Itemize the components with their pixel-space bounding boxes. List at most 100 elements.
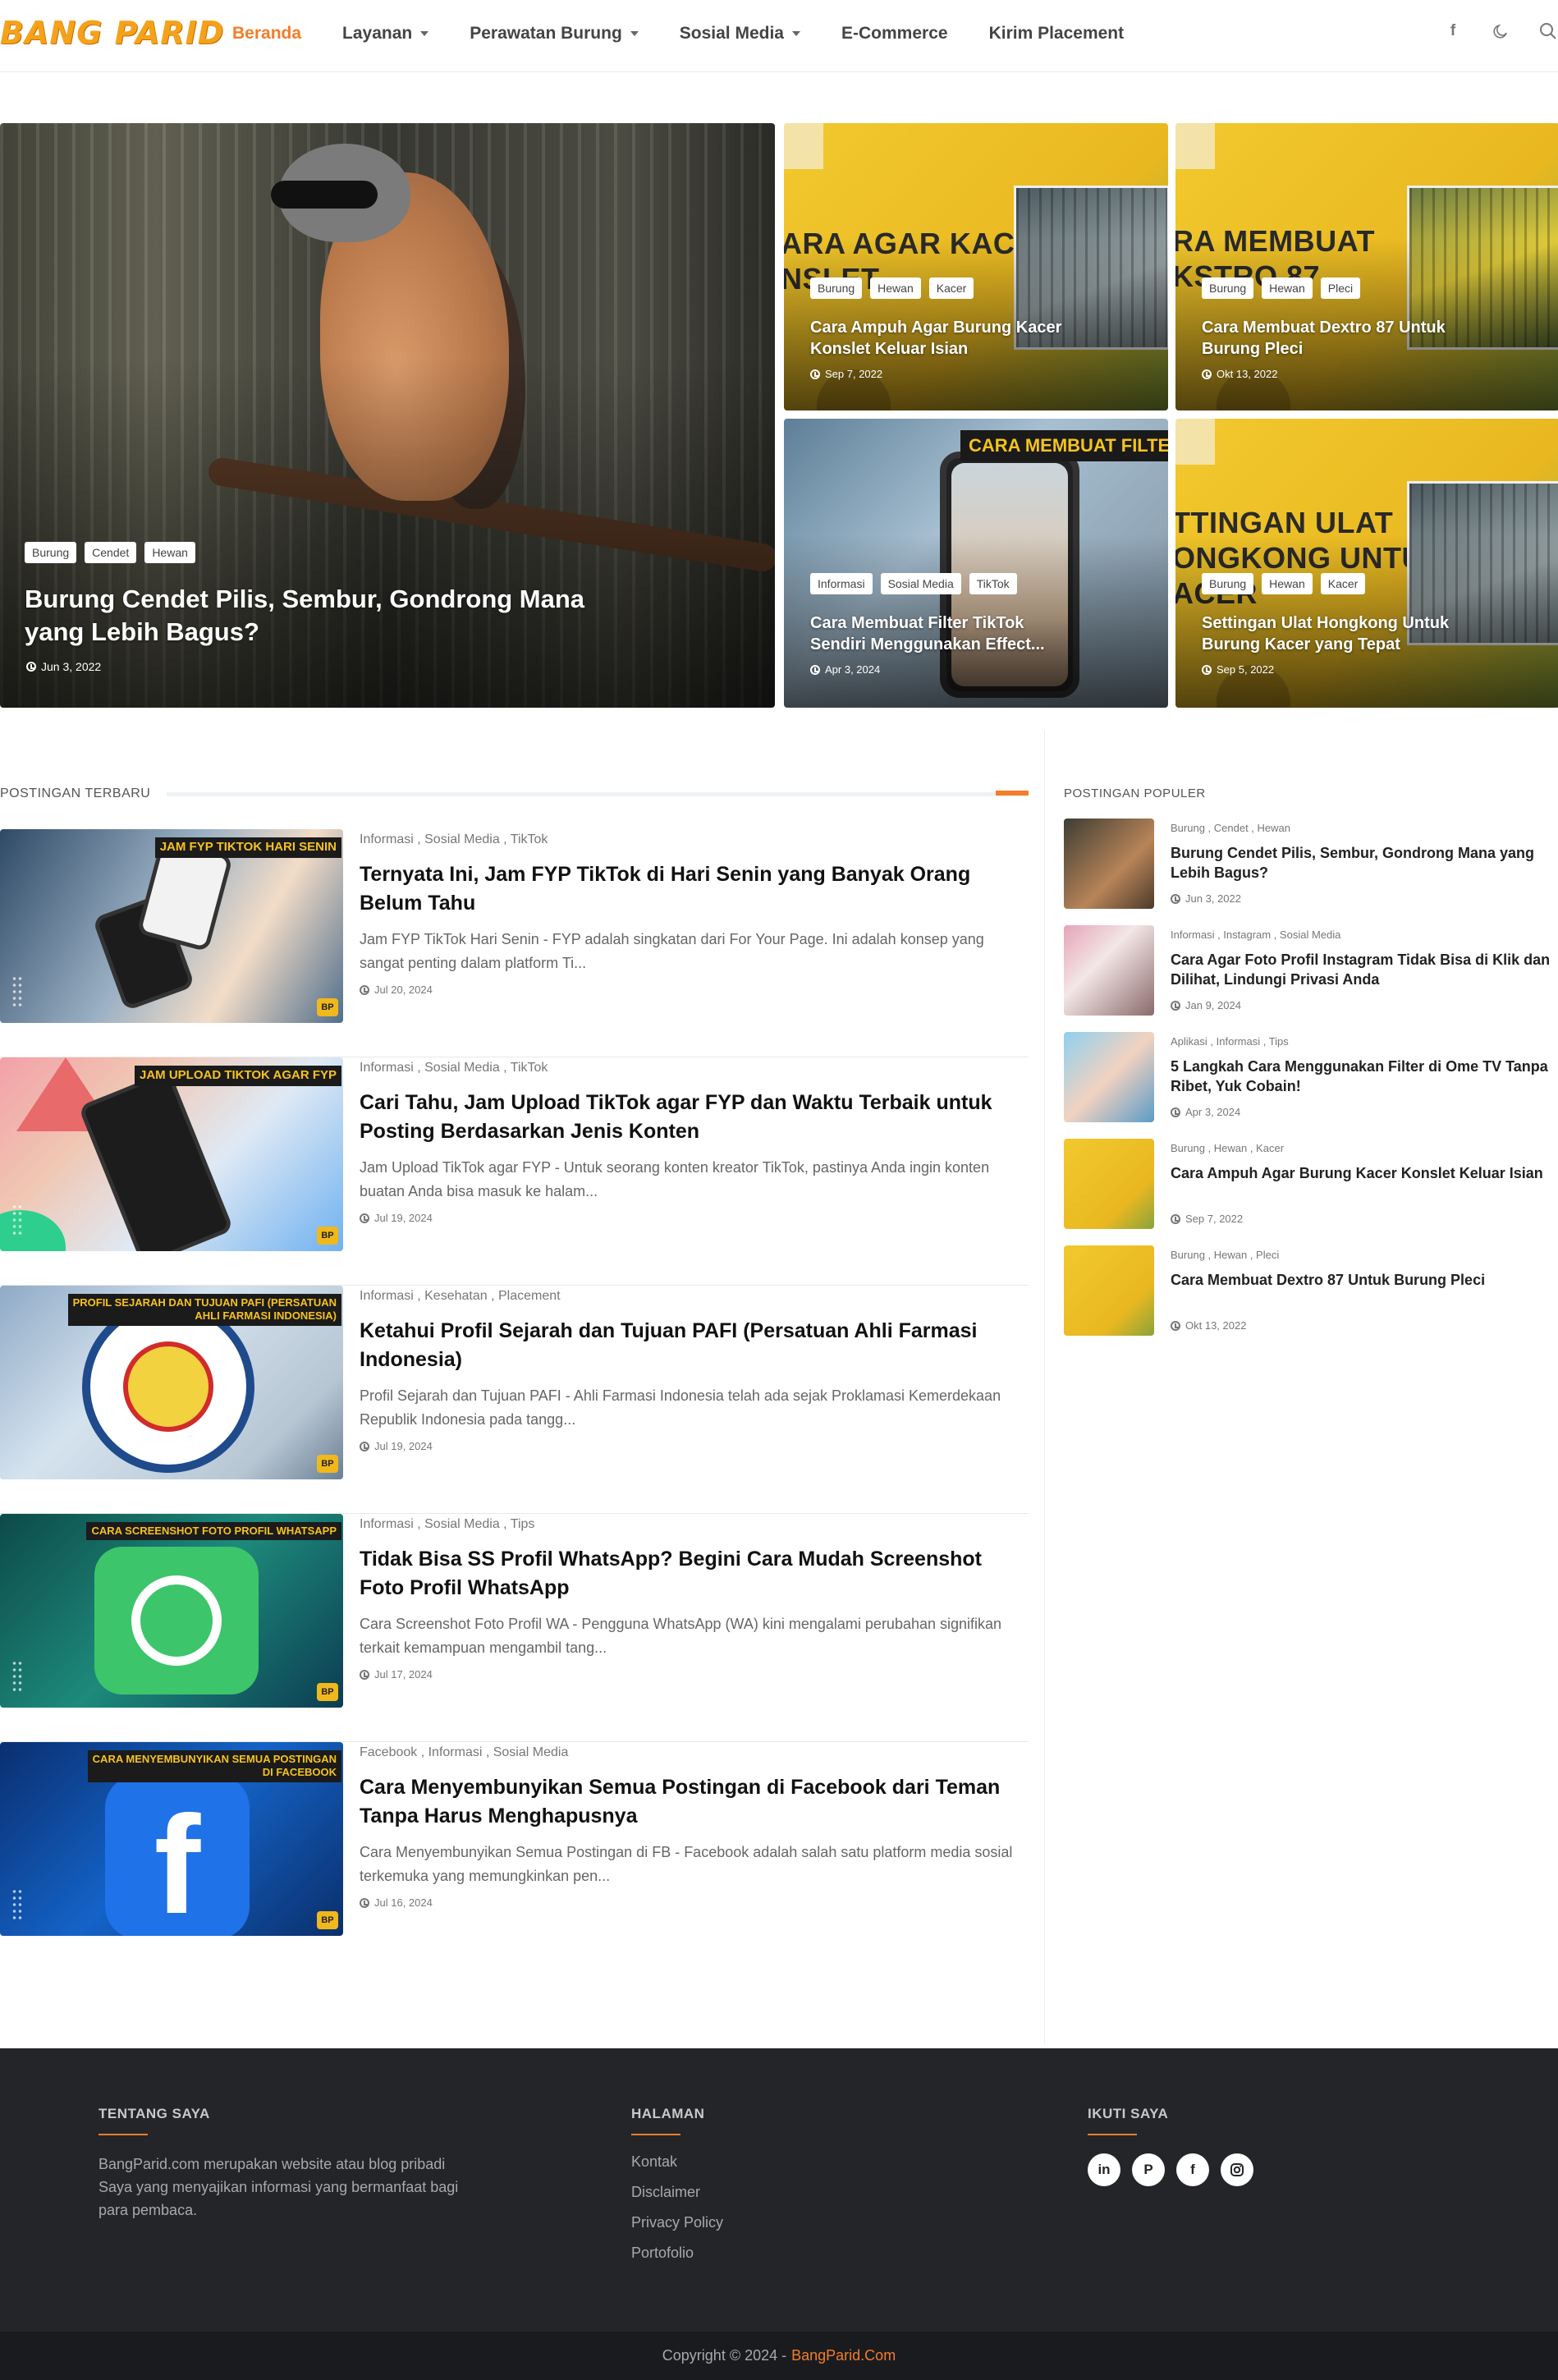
post-excerpt: Cara Menyembunyikan Semua Postingan di F… bbox=[360, 1844, 1013, 1884]
tag[interactable]: Kacer bbox=[928, 277, 974, 299]
tag[interactable]: Sosial Media bbox=[880, 573, 961, 594]
tag[interactable]: Cendet bbox=[85, 542, 137, 563]
popular-item: Informasi , Instagram , Sosial Media Car… bbox=[1064, 924, 1556, 1030]
nav-label: Sosial Media bbox=[679, 24, 784, 43]
post-thumbnail[interactable]: f CARA MENYEMBUNYIKAN SEMUA POSTINGAN DI… bbox=[0, 1742, 343, 1936]
post-title[interactable]: Ternyata Ini, Jam FYP TikTok di Hari Sen… bbox=[360, 860, 1016, 917]
post-thumbnail[interactable]: JAM FYP TIKTOK HARI SENIN BP bbox=[0, 829, 343, 1023]
post-thumbnail[interactable] bbox=[1064, 1139, 1154, 1229]
post-categories[interactable]: Burung , Hewan , Kacer bbox=[1171, 1142, 1284, 1154]
brand-badge: BP bbox=[317, 1227, 338, 1245]
post-title[interactable]: Cara Membuat Dextro 87 Untuk Burung Plec… bbox=[1171, 1270, 1556, 1290]
search-icon[interactable] bbox=[1538, 21, 1558, 41]
featured-main-post[interactable]: Burung Cendet Hewan Burung Cendet Pilis,… bbox=[0, 123, 775, 708]
thumbnail-banner: CARA SCREENSHOT FOTO PROFIL WHATSAPP bbox=[86, 1522, 341, 1541]
tag[interactable]: Kacer bbox=[1320, 573, 1366, 594]
footer-link-kontak[interactable]: Kontak bbox=[631, 2153, 723, 2171]
footer-link-privacy-policy[interactable]: Privacy Policy bbox=[631, 2214, 723, 2231]
post-excerpt: Cara Screenshot Foto Profil WA - Penggun… bbox=[360, 1616, 1002, 1656]
about-text: BangParid.com merupakan website atau blo… bbox=[99, 2156, 459, 2218]
linkedin-icon[interactable]: in bbox=[1088, 2153, 1120, 2186]
post-title[interactable]: Ketahui Profil Sejarah dan Tujuan PAFI (… bbox=[360, 1317, 1016, 1373]
nav-item-perawatan-burung[interactable]: Perawatan Burung bbox=[470, 21, 639, 46]
moon-icon[interactable] bbox=[1491, 21, 1510, 41]
site-footer: TENTANG SAYA BangParid.com merupakan web… bbox=[0, 2048, 1558, 2332]
nav-item-sosial-media[interactable]: Sosial Media bbox=[680, 21, 800, 46]
post-categories[interactable]: Facebook , Informasi , Sosial Media bbox=[360, 1745, 568, 1760]
post-categories[interactable]: Informasi , Sosial Media , TikTok bbox=[360, 1061, 548, 1075]
post-tags: Informasi Sosial Media TikTok bbox=[810, 573, 1017, 594]
footer-link-disclaimer[interactable]: Disclaimer bbox=[631, 2184, 723, 2201]
post-title[interactable]: Tidak Bisa SS Profil WhatsApp? Begini Ca… bbox=[360, 1545, 1016, 1602]
tag[interactable]: Hewan bbox=[144, 542, 195, 563]
heading-underline bbox=[631, 2134, 680, 2135]
clock-icon bbox=[26, 662, 36, 672]
phone-illustration bbox=[78, 1070, 234, 1251]
post-categories[interactable]: Aplikasi , Informasi , Tips bbox=[1171, 1035, 1289, 1048]
footer-heading: HALAMAN bbox=[631, 2106, 705, 2121]
post-title[interactable]: Cara Menyembunyikan Semua Postingan di F… bbox=[360, 1773, 1016, 1830]
tag[interactable]: Informasi bbox=[810, 573, 873, 594]
post-categories[interactable]: Burung , Hewan , Pleci bbox=[1171, 1249, 1279, 1261]
post-categories[interactable]: Informasi , Sosial Media , TikTok bbox=[360, 832, 548, 847]
post-categories[interactable]: Informasi , Instagram , Sosial Media bbox=[1171, 929, 1340, 941]
post-thumbnail[interactable] bbox=[1064, 1032, 1154, 1122]
featured-side-post[interactable]: RA MEMBUATKSTRO 87 Burung Hewan Pleci Ca… bbox=[1175, 123, 1558, 410]
post-date: Jul 17, 2024 bbox=[360, 1668, 433, 1681]
clock-icon bbox=[360, 1441, 369, 1451]
tag[interactable]: TikTok bbox=[969, 573, 1017, 594]
post-date: Apr 3, 2024 bbox=[1171, 1106, 1240, 1118]
post-thumbnail[interactable]: CARA SCREENSHOT FOTO PROFIL WHATSAPP BP bbox=[0, 1514, 343, 1708]
tag[interactable]: Hewan bbox=[870, 277, 921, 299]
heading-accent bbox=[996, 791, 1029, 796]
brand-badge: BP bbox=[317, 1455, 338, 1473]
nav-item-e-commerce[interactable]: E-Commerce bbox=[841, 21, 948, 46]
post-categories[interactable]: Burung , Cendet , Hewan bbox=[1171, 822, 1290, 834]
post-title[interactable]: Burung Cendet Pilis, Sembur, Gondrong Ma… bbox=[25, 583, 632, 649]
site-logo[interactable]: BANG PARID bbox=[0, 15, 224, 51]
tag[interactable]: Pleci bbox=[1320, 277, 1361, 299]
post-excerpt: Jam FYP TikTok Hari Senin - FYP adalah s… bbox=[360, 931, 984, 971]
post-thumbnail[interactable] bbox=[1064, 1245, 1154, 1336]
featured-side-post[interactable]: CARA MEMBUAT FILTER TIKTO Informasi Sosi… bbox=[784, 419, 1168, 708]
post-thumbnail[interactable]: JAM UPLOAD TIKTOK AGAR FYP BP bbox=[0, 1057, 343, 1251]
tag[interactable]: Burung bbox=[1202, 573, 1254, 594]
post-title[interactable]: Burung Cendet Pilis, Sembur, Gondrong Ma… bbox=[1171, 843, 1556, 883]
footer-follow: IKUTI SAYA in P f bbox=[1088, 2106, 1253, 2186]
post-date: Sep 7, 2022 bbox=[810, 368, 882, 380]
tag[interactable]: Hewan bbox=[1262, 573, 1313, 594]
tag[interactable]: Hewan bbox=[1262, 277, 1313, 299]
nav-item-layanan[interactable]: Layanan bbox=[342, 21, 429, 46]
post-title[interactable]: Cara Agar Foto Profil Instagram Tidak Bi… bbox=[1171, 950, 1556, 990]
featured-side-post[interactable]: ARA AGAR KACERNSLET Burung Hewan Kacer C… bbox=[784, 123, 1168, 410]
tag[interactable]: Burung bbox=[810, 277, 863, 299]
tag[interactable]: Burung bbox=[1202, 277, 1254, 299]
post-title[interactable]: Cara Membuat Filter TikTok Sendiri Mengg… bbox=[810, 612, 1081, 655]
thumbnail-banner: PROFIL SEJARAH DAN TUJUAN PAFI (PERSATUA… bbox=[67, 1294, 341, 1326]
facebook-icon[interactable]: f bbox=[1176, 2153, 1209, 2186]
post-title[interactable]: Settingan Ulat Hongkong Untuk Burung Kac… bbox=[1202, 612, 1473, 655]
post-thumbnail[interactable] bbox=[1064, 819, 1154, 909]
featured-side-post[interactable]: TTINGAN ULATONGKONG UNTUKACER Burung Hew… bbox=[1175, 419, 1558, 708]
post-title[interactable]: Cara Ampuh Agar Burung Kacer Konslet Kel… bbox=[1171, 1163, 1556, 1183]
post-thumbnail[interactable]: PROFIL SEJARAH DAN TUJUAN PAFI (PERSATUA… bbox=[0, 1286, 343, 1479]
post-thumbnail[interactable] bbox=[1064, 925, 1154, 1016]
post-tags: Burung Hewan Kacer bbox=[1202, 573, 1366, 594]
footer-link-portofolio[interactable]: Portofolio bbox=[631, 2245, 723, 2262]
post-categories[interactable]: Informasi , Kesehatan , Placement bbox=[360, 1289, 561, 1304]
post-title[interactable]: 5 Langkah Cara Menggunakan Filter di Ome… bbox=[1171, 1057, 1556, 1097]
tag[interactable]: Burung bbox=[25, 542, 77, 563]
popular-item: Burung , Hewan , Kacer Cara Ampuh Agar B… bbox=[1064, 1137, 1556, 1244]
post-title[interactable]: Cari Tahu, Jam Upload TikTok agar FYP da… bbox=[360, 1089, 1016, 1145]
post-categories[interactable]: Informasi , Sosial Media , Tips bbox=[360, 1517, 534, 1532]
facebook-icon[interactable]: f bbox=[1443, 21, 1463, 41]
pinterest-icon[interactable]: P bbox=[1132, 2153, 1165, 2186]
heading-divider bbox=[167, 792, 1029, 796]
nav-item-kirim-placement[interactable]: Kirim Placement bbox=[989, 21, 1125, 46]
copyright-brand-link[interactable]: BangParid.Com bbox=[791, 2347, 896, 2364]
date-text: Jul 17, 2024 bbox=[374, 1668, 433, 1681]
nav-item-beranda[interactable]: Beranda bbox=[232, 21, 301, 46]
post-title[interactable]: Cara Ampuh Agar Burung Kacer Konslet Kel… bbox=[810, 317, 1081, 360]
instagram-icon[interactable] bbox=[1221, 2153, 1253, 2186]
post-title[interactable]: Cara Membuat Dextro 87 Untuk Burung Plec… bbox=[1202, 317, 1473, 360]
